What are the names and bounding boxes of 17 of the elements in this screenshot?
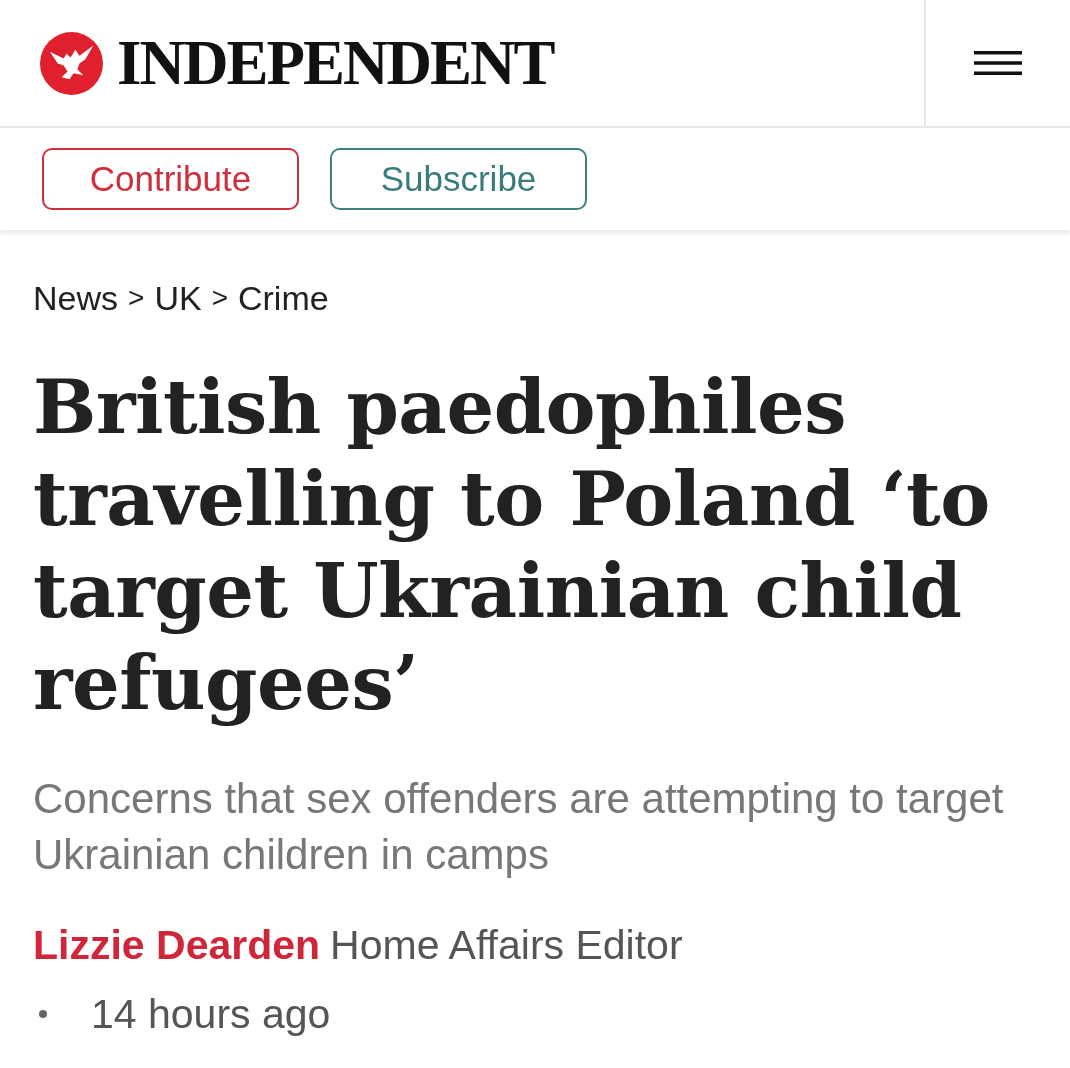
contribute-button[interactable]: Contribute bbox=[42, 148, 299, 210]
breadcrumb-link[interactable]: Crime bbox=[238, 278, 329, 318]
author-role: Home Affairs Editor bbox=[330, 921, 683, 969]
author-link[interactable]: Lizzie Dearden bbox=[33, 921, 321, 969]
article-headline: British paedophiles travelling to Poland ‘to target Ukrainian child refugees’ bbox=[33, 362, 991, 729]
bullet-icon bbox=[39, 1010, 47, 1018]
subscribe-button[interactable]: Subscribe bbox=[330, 148, 587, 210]
breadcrumb-link[interactable]: News bbox=[33, 278, 119, 318]
eagle-logo-icon bbox=[40, 31, 103, 95]
breadcrumb-link[interactable]: UK bbox=[154, 278, 202, 318]
menu-button[interactable] bbox=[974, 51, 1022, 75]
breadcrumb-separator: > bbox=[128, 281, 145, 315]
breadcrumb-separator: > bbox=[211, 281, 228, 315]
menu-icon bbox=[974, 51, 1022, 75]
published-time: 14 hours ago bbox=[91, 990, 331, 1038]
brand-wordmark[interactable]: INDEPENDENT bbox=[117, 31, 554, 95]
article-standfirst: Concerns that sex offenders are attempting to target Ukrainian children in camps bbox=[33, 774, 1005, 880]
